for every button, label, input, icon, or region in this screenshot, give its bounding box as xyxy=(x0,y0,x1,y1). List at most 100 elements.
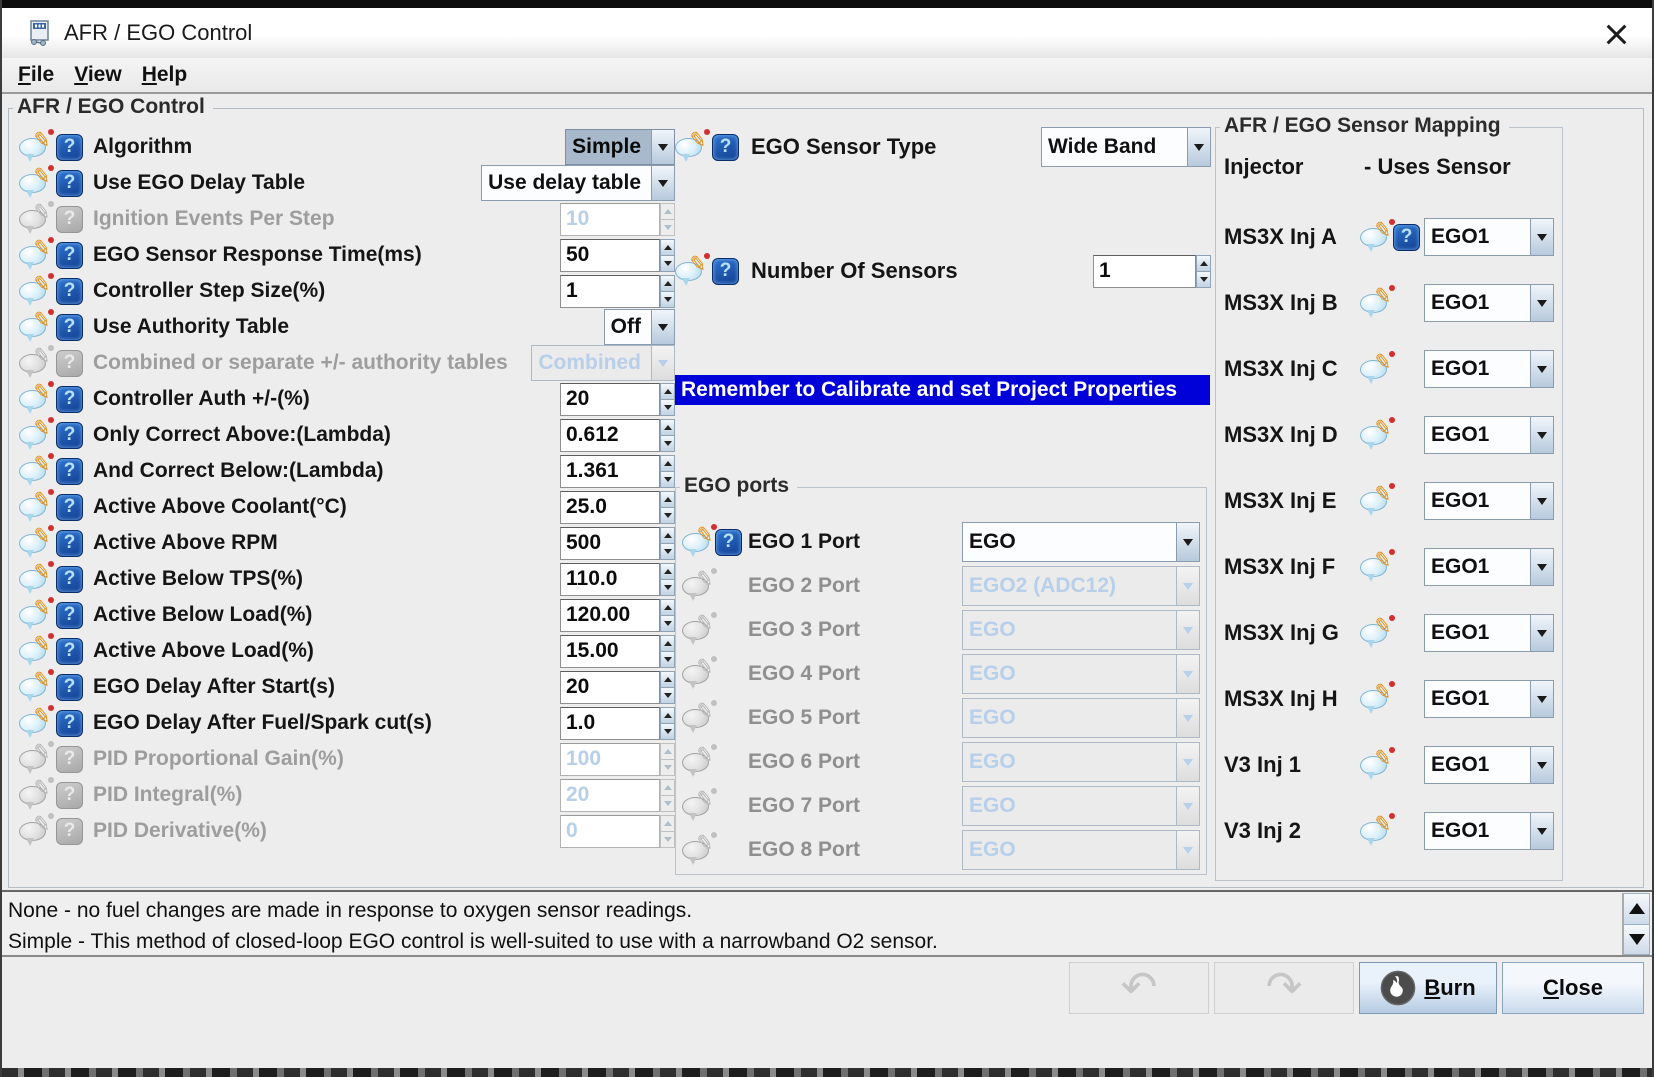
help-icon[interactable] xyxy=(56,746,83,773)
param-dropdown[interactable]: Simple xyxy=(565,129,675,165)
help-icon[interactable] xyxy=(56,314,83,341)
edit-note-bubble-pencil-icon[interactable] xyxy=(1360,686,1391,713)
edit-note-bubble-pencil-icon[interactable] xyxy=(1360,752,1391,779)
chevron-down-icon[interactable] xyxy=(1530,417,1553,453)
scroll-up-icon[interactable] xyxy=(1623,893,1650,925)
port-dropdown[interactable]: EGO xyxy=(962,786,1200,826)
help-icon[interactable] xyxy=(56,530,83,557)
edit-note-bubble-pencil-icon[interactable] xyxy=(682,661,713,688)
chevron-down-icon[interactable] xyxy=(651,166,674,200)
help-icon[interactable] xyxy=(56,242,83,269)
chevron-down-icon[interactable] xyxy=(1176,787,1199,825)
chevron-down-icon[interactable] xyxy=(1530,483,1553,519)
sensor-type-dropdown[interactable]: Wide Band xyxy=(1041,127,1211,167)
edit-note-bubble-pencil-icon[interactable] xyxy=(682,705,713,732)
edit-note-bubble-pencil-icon[interactable] xyxy=(675,258,706,285)
help-icon[interactable] xyxy=(56,818,83,845)
sensor-dropdown[interactable]: EGO1 xyxy=(1424,746,1554,784)
sensor-dropdown[interactable]: EGO1 xyxy=(1424,680,1554,718)
edit-note-bubble-pencil-icon[interactable] xyxy=(19,170,50,197)
help-icon[interactable] xyxy=(715,529,742,556)
help-icon[interactable] xyxy=(56,782,83,809)
help-icon[interactable] xyxy=(56,674,83,701)
param-dropdown[interactable]: Use delay table xyxy=(481,165,675,201)
chevron-down-icon[interactable] xyxy=(1176,655,1199,693)
edit-note-bubble-pencil-icon[interactable] xyxy=(19,710,50,737)
edit-note-bubble-pencil-icon[interactable] xyxy=(19,386,50,413)
sensor-dropdown[interactable]: EGO1 xyxy=(1424,350,1554,388)
edit-note-bubble-pencil-icon[interactable] xyxy=(19,746,50,773)
chevron-down-icon[interactable] xyxy=(1530,615,1553,651)
edit-note-bubble-pencil-icon[interactable] xyxy=(682,529,713,556)
chevron-down-icon[interactable] xyxy=(1530,549,1553,585)
chevron-down-icon[interactable] xyxy=(651,130,674,164)
chevron-down-icon[interactable] xyxy=(1176,611,1199,649)
edit-note-bubble-pencil-icon[interactable] xyxy=(682,793,713,820)
chevron-down-icon[interactable] xyxy=(651,346,674,380)
sensor-dropdown[interactable]: EGO1 xyxy=(1424,218,1554,256)
number-input[interactable]: 0 xyxy=(560,815,660,848)
edit-note-bubble-pencil-icon[interactable] xyxy=(1360,818,1391,845)
help-icon[interactable] xyxy=(56,206,83,233)
help-icon[interactable] xyxy=(56,602,83,629)
number-input[interactable]: 1.0 xyxy=(560,707,660,740)
sensor-dropdown[interactable]: EGO1 xyxy=(1424,614,1554,652)
param-dropdown[interactable]: Off xyxy=(604,309,675,345)
number-input[interactable]: 1 xyxy=(1093,255,1196,288)
edit-note-bubble-pencil-icon[interactable] xyxy=(675,134,706,161)
help-icon[interactable] xyxy=(56,710,83,737)
param-dropdown[interactable]: Combined xyxy=(531,345,675,381)
edit-note-bubble-pencil-icon[interactable] xyxy=(19,638,50,665)
number-input[interactable]: 10 xyxy=(560,203,660,236)
edit-note-bubble-pencil-icon[interactable] xyxy=(19,278,50,305)
help-icon[interactable] xyxy=(56,566,83,593)
number-input[interactable]: 100 xyxy=(560,743,660,776)
help-icon[interactable] xyxy=(1393,224,1420,251)
edit-note-bubble-pencil-icon[interactable] xyxy=(19,458,50,485)
chevron-down-icon[interactable] xyxy=(1176,567,1199,605)
close-button[interactable]: Close xyxy=(1502,962,1644,1014)
help-icon[interactable] xyxy=(56,170,83,197)
edit-note-bubble-pencil-icon[interactable] xyxy=(1360,554,1391,581)
help-icon[interactable] xyxy=(712,258,739,285)
chevron-down-icon[interactable] xyxy=(1187,128,1210,166)
help-icon[interactable] xyxy=(56,350,83,377)
port-dropdown[interactable]: EGO xyxy=(962,742,1200,782)
edit-note-bubble-pencil-icon[interactable] xyxy=(1360,290,1391,317)
edit-note-bubble-pencil-icon[interactable] xyxy=(19,350,50,377)
port-dropdown[interactable]: EGO2 (ADC12) xyxy=(962,566,1200,606)
number-input[interactable]: 25.0 xyxy=(560,491,660,524)
edit-note-bubble-pencil-icon[interactable] xyxy=(19,818,50,845)
number-input[interactable]: 1 xyxy=(560,275,660,308)
help-icon[interactable] xyxy=(56,638,83,665)
chevron-down-icon[interactable] xyxy=(1176,699,1199,737)
scroll-down-icon[interactable] xyxy=(1623,925,1650,956)
menu-view[interactable]: View xyxy=(66,61,130,89)
number-input[interactable]: 1.361 xyxy=(560,455,660,488)
number-input[interactable]: 110.0 xyxy=(560,563,660,596)
number-input[interactable]: 20 xyxy=(560,671,660,704)
number-input[interactable]: 0.612 xyxy=(560,419,660,452)
chevron-down-icon[interactable] xyxy=(1176,523,1199,561)
number-input[interactable]: 20 xyxy=(560,779,660,812)
sensor-dropdown[interactable]: EGO1 xyxy=(1424,548,1554,586)
help-icon[interactable] xyxy=(56,458,83,485)
sensor-dropdown[interactable]: EGO1 xyxy=(1424,482,1554,520)
spinner-up-icon[interactable] xyxy=(1196,255,1211,272)
number-input[interactable]: 15.00 xyxy=(560,635,660,668)
help-icon[interactable] xyxy=(56,494,83,521)
port-dropdown[interactable]: EGO xyxy=(962,610,1200,650)
sensor-dropdown[interactable]: EGO1 xyxy=(1424,416,1554,454)
chevron-down-icon[interactable] xyxy=(1530,747,1553,783)
edit-note-bubble-pencil-icon[interactable] xyxy=(682,749,713,776)
edit-note-bubble-pencil-icon[interactable] xyxy=(19,242,50,269)
edit-note-bubble-pencil-icon[interactable] xyxy=(1360,356,1391,383)
edit-note-bubble-pencil-icon[interactable] xyxy=(682,617,713,644)
menu-file[interactable]: File xyxy=(10,61,62,89)
redo-button[interactable] xyxy=(1214,962,1354,1014)
title-bar[interactable]: AFR / EGO Control xyxy=(2,8,1652,58)
undo-button[interactable] xyxy=(1069,962,1209,1014)
chevron-down-icon[interactable] xyxy=(1530,813,1553,849)
edit-note-bubble-pencil-icon[interactable] xyxy=(19,602,50,629)
menu-help[interactable]: Help xyxy=(134,61,196,89)
